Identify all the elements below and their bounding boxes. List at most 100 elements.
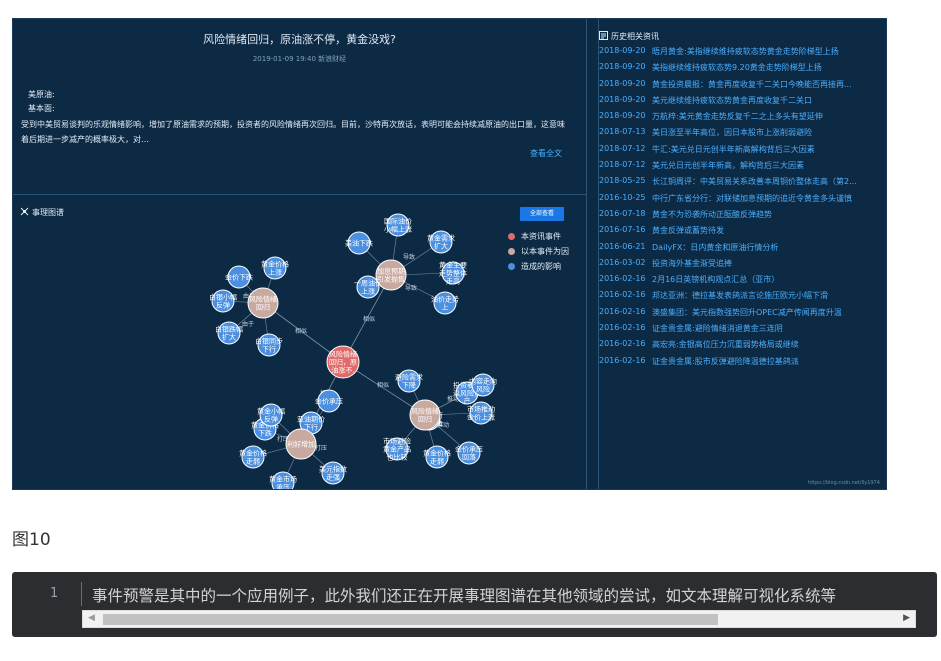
history-item[interactable]: 2016-02-16 证金贵金属:避险情绪消退黄金三连阴 <box>599 323 886 339</box>
history-date: 2018-07-12 <box>599 143 646 153</box>
svg-text:回落: 回落 <box>462 453 476 462</box>
effect-node[interactable]: 黄金价格上涨 <box>261 256 289 280</box>
read-more-link[interactable]: 查看全文 <box>530 148 562 159</box>
history-item[interactable]: 2018-09-20 美元继续维持疲软态势黄金再度收复千二关口 <box>599 95 886 111</box>
effect-node[interactable]: 黄金市场承压 <box>269 471 297 490</box>
svg-text:回归，原: 回归，原 <box>329 358 357 367</box>
effect-node[interactable]: 美元指数走强 <box>319 461 347 485</box>
history-text[interactable]: 黄金投资晨报：黄金再度收复千二关口今晚能否再接再... <box>652 79 886 95</box>
history-text[interactable]: 牛汇:美元兑日元创半年新高解构背后三大因素 <box>652 144 886 160</box>
history-text[interactable]: 澳盛集团：美元指数强势回升OPEC减产传闻再度升温 <box>652 307 886 323</box>
history-text[interactable]: 长江铜周评：中美贸易关系改善本周铜价整体走高（第2... <box>652 176 886 192</box>
history-text[interactable]: 美元兑日元创半年新高，解构背后三大因素 <box>652 160 886 176</box>
svg-text:白银同步: 白银同步 <box>255 337 283 346</box>
history-item[interactable]: 2016-03-02 投资海外基金渐受追捧 <box>599 257 886 274</box>
history-item[interactable]: 2016-02-16 澳盛集团：美元指数强势回升OPEC减产传闻再度升温 <box>599 306 886 323</box>
svg-text:避险需求: 避险需求 <box>395 373 423 382</box>
cause-node[interactable]: 利好增加 <box>285 428 317 460</box>
svg-text:产: 产 <box>464 397 471 406</box>
svg-text:市场避险: 市场避险 <box>383 437 411 446</box>
gutter-divider <box>81 582 82 606</box>
history-date: 2016-02-16 <box>599 306 646 316</box>
effect-node[interactable]: 美油下跌 <box>345 231 373 255</box>
effect-node[interactable]: 黄金需求扩大 <box>427 230 455 254</box>
effect-node[interactable]: 白银同步下行 <box>255 333 283 357</box>
cause-node[interactable]: 风险情绪回归 <box>409 399 441 431</box>
history-item[interactable]: 2018-09-20 黄金投资晨报：黄金再度收复千二关口今晚能否再接再... <box>599 78 886 95</box>
history-text[interactable]: 晤月黄金:美指继续维持疲软态势黄金走势阶梯型上扬 <box>652 46 886 62</box>
cause-node[interactable]: 加息预期引发抛售 <box>375 259 407 291</box>
svg-text:内容走向: 内容走向 <box>469 377 497 386</box>
history-text[interactable]: 证金贵金属:股市反弹避险降温德拉基鸽派 <box>652 356 886 372</box>
history-text[interactable]: 黄金反弹或蓄势待发 <box>652 225 886 241</box>
effect-node[interactable]: 黄金主要走势整体走高 <box>439 261 467 286</box>
scroll-left-icon[interactable]: ◀ <box>88 613 95 623</box>
history-text[interactable]: 高宏亮:金银高位压力沉重弱势格局或继续 <box>652 339 886 355</box>
history-text[interactable]: 邦达亚洲：德拉基发表鸽派言论施压欧元小幅下滑 <box>652 290 886 306</box>
news-body: 受到中美贸易谈判的乐观情绪影响，增加了原油需求的预期，投资者的风险情绪再次回归。… <box>21 120 565 144</box>
history-item[interactable]: 2016-07-18 黄金不为恐袭所动正酝酿反弹趋势 <box>599 208 886 225</box>
edge-label: 导致 <box>403 253 415 261</box>
history-date: 2018-09-20 <box>599 62 646 72</box>
history-item[interactable]: 2018-09-20 晤月黄金:美指继续维持疲软态势黄金走势阶梯型上扬 <box>599 46 886 62</box>
edge-label: 相似 <box>295 327 307 335</box>
svg-text:上: 上 <box>442 303 449 312</box>
history-text[interactable]: 美日涨至半年高位，因日本股市上涨削弱避险 <box>652 127 886 143</box>
history-item[interactable]: 2016-02-16 证金贵金属:股市反弹避险降温德拉基鸽派 <box>599 356 886 372</box>
watermark: https://blog.csdn.net/lly1974 <box>808 480 880 486</box>
history-date: 2016-07-18 <box>599 208 646 218</box>
divider <box>586 19 587 489</box>
history-text[interactable]: 黄金不为恐袭所动正酝酿反弹趋势 <box>652 209 886 225</box>
news-title: 风险情绪回归，原油涨不停，黄金没戏? <box>203 33 396 46</box>
history-text[interactable]: DailyFX：日内黄金和原油行情分析 <box>652 242 886 258</box>
effect-node[interactable]: 白银小幅反弹 <box>209 289 237 313</box>
svg-text:国际油价: 国际油价 <box>384 217 412 226</box>
svg-text:上涨: 上涨 <box>361 287 375 296</box>
effect-node[interactable]: 油价走势上 <box>431 291 459 315</box>
history-item[interactable]: 2016-07-16 黄金反弹或蓄势待发 <box>599 225 886 241</box>
history-text[interactable]: 美指继续维持疲软态势9.20黄金走势阶梯型上扬 <box>652 62 886 78</box>
scroll-right-icon[interactable]: ▶ <box>903 613 910 623</box>
effect-node[interactable]: 金价承压回落 <box>455 441 483 465</box>
history-item[interactable]: 2018-07-13 美日涨至半年高位，因日本股市上涨削弱避险 <box>599 127 886 143</box>
history-item[interactable]: 2018-09-20 美指继续维持疲软态势9.20黄金走势阶梯型上扬 <box>599 62 886 78</box>
history-item[interactable]: 2018-05-25 长江铜周评：中美贸易关系改善本周铜价整体走高（第2... <box>599 176 886 192</box>
scroll-thumb[interactable] <box>103 614 718 625</box>
history-item[interactable]: 2018-07-12 牛汇:美元兑日元创半年新高解构背后三大因素 <box>599 143 886 160</box>
effect-node[interactable]: 市场推动金价上涨 <box>467 401 495 425</box>
svg-text:走弱: 走弱 <box>430 458 444 466</box>
effect-node[interactable]: 黄金价格走弱 <box>423 445 451 469</box>
effect-node[interactable]: 国际油价小幅上涨 <box>384 213 412 237</box>
history-item[interactable]: 2018-07-12 美元兑日元创半年新高，解构背后三大因素 <box>599 160 886 176</box>
history-text[interactable]: 美元继续维持疲软态势黄金再度收复千二关口 <box>652 95 886 111</box>
effect-node[interactable]: 金价下跌 <box>225 265 253 289</box>
history-date: 2018-09-20 <box>599 78 646 88</box>
history-text[interactable]: 中行广东省分行：对联储加息预期的追近令黄金多头谨慎 <box>652 193 886 209</box>
effect-node[interactable]: 白银跌幅扩大 <box>215 321 243 345</box>
effect-node[interactable]: 避险需求下降 <box>395 369 423 393</box>
history-item[interactable]: 2016-10-25 中行广东省分行：对联储加息预期的追近令黄金多头谨慎 <box>599 193 886 209</box>
history-text[interactable]: 2月16日英镑机构观点汇总（亚市） <box>652 274 886 290</box>
event-graph[interactable]: 相似相似相似相似由于由于导致导致推动推动打压打压黄金价格上涨金价下跌白银小幅反弹… <box>13 195 586 490</box>
svg-text:加息预期: 加息预期 <box>377 267 405 276</box>
history-date: 2016-02-16 <box>599 323 646 333</box>
history-item[interactable]: 2016-02-16 2月16日英镑机构观点汇总（亚市） <box>599 274 886 290</box>
history-item[interactable]: 2018-09-20 万航梓:美元黄金走势反复千二之上多头有望延伸 <box>599 111 886 127</box>
horizontal-scrollbar[interactable]: ◀ ▶ <box>82 610 916 628</box>
svg-text:风险情绪: 风险情绪 <box>411 407 439 416</box>
svg-text:走势整体: 走势整体 <box>439 269 467 278</box>
history-item[interactable]: 2016-02-16 高宏亮:金银高位压力沉重弱势格局或继续 <box>599 339 886 355</box>
cause-node[interactable]: 风险情绪回归 <box>247 287 279 319</box>
history-item[interactable]: 2016-06-21 DailyFX：日内黄金和原油行情分析 <box>599 242 886 258</box>
history-date: 2016-02-16 <box>599 290 646 300</box>
effect-node[interactable]: 黄金价格走弱 <box>239 445 267 469</box>
current-event-node[interactable]: 风险情绪回归，原油涨不. <box>326 345 360 379</box>
history-text[interactable]: 投资海外基金渐受追捧 <box>652 258 886 274</box>
svg-text:下跌: 下跌 <box>258 429 272 438</box>
history-text[interactable]: 证金贵金属:避险情绪消退黄金三连阴 <box>652 323 886 339</box>
effect-node[interactable]: 市场避险黄金产品也比较 <box>383 437 411 462</box>
history-item[interactable]: 2016-02-16 邦达亚洲：德拉基发表鸽派言论施压欧元小幅下滑 <box>599 290 886 306</box>
history-date: 2016-02-16 <box>599 274 646 284</box>
history-text[interactable]: 万航梓:美元黄金走势反复千二之上多头有望延伸 <box>652 111 886 127</box>
history-date: 2016-03-02 <box>599 257 646 267</box>
